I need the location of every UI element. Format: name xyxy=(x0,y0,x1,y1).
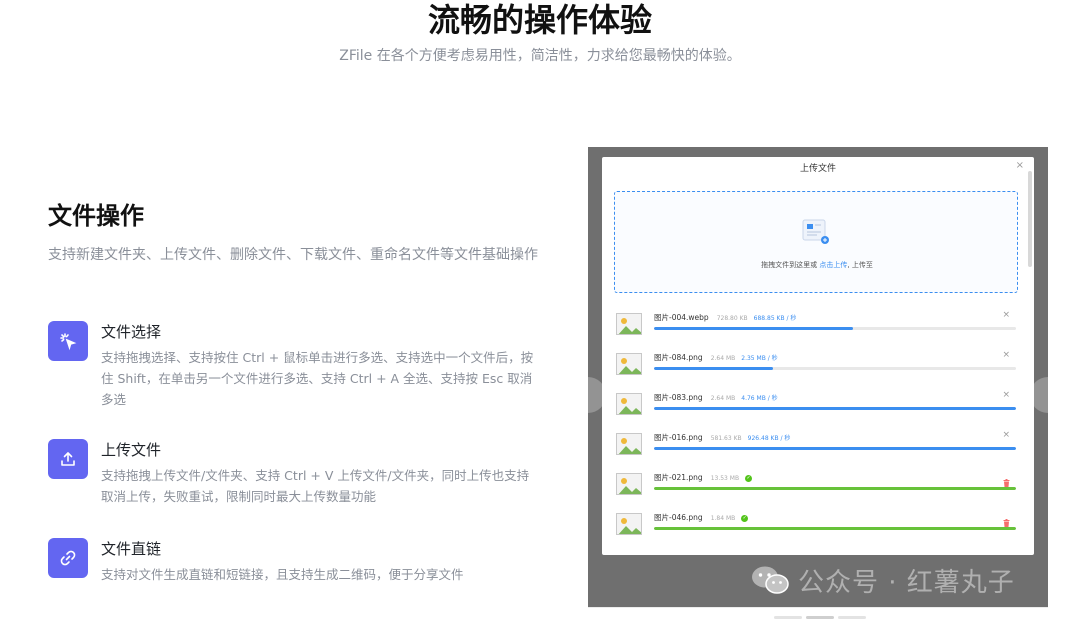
file-size: 728.80 KB xyxy=(716,315,748,322)
file-info: 图片-004.webp 728.80 KB 688.85 KB / 秒 xyxy=(654,312,796,323)
feature-title: 文件直链 xyxy=(101,540,162,558)
upload-progress-fill xyxy=(654,487,1016,490)
upload-progress-fill xyxy=(654,527,1016,530)
upload-progress-bar xyxy=(654,367,1016,370)
file-info: 图片-021.png 13.53 MB ✓ xyxy=(654,472,753,483)
watermark: 公众号 · 红薯丸子 xyxy=(750,560,1015,600)
feature-title: 文件选择 xyxy=(101,323,162,341)
carousel-dot-active[interactable] xyxy=(806,616,834,619)
file-size: 1.84 MB xyxy=(710,515,736,522)
cancel-upload-icon[interactable]: × xyxy=(1002,350,1010,360)
upload-speed: 926.48 KB / 秒 xyxy=(747,435,791,442)
carousel-indicator xyxy=(588,607,1048,624)
cursor-click-icon xyxy=(48,321,88,361)
upload-file-row: 图片-021.png 13.53 MB ✓ xyxy=(614,469,1018,503)
dropzone-text: 拖拽文件到这里或 点击上传, 上传至 xyxy=(615,260,1019,270)
image-thumbnail-icon xyxy=(616,513,642,535)
file-name: 图片-016.png xyxy=(654,433,703,442)
upload-dialog: 上传文件 × 拖拽文件到这里或 点击上传, 上传至 图片-004.webp 728… xyxy=(602,157,1034,555)
file-name: 图片-021.png xyxy=(654,473,703,482)
dialog-scrollbar[interactable] xyxy=(1028,171,1032,267)
dialog-title: 上传文件 xyxy=(799,164,836,174)
upload-file-row: 图片-084.png 2.64 MB 2.35 MB / 秒 × xyxy=(614,349,1018,383)
cancel-upload-icon[interactable]: × xyxy=(1002,430,1010,440)
upload-progress-fill xyxy=(654,327,854,330)
section-description: 支持新建文件夹、上传文件、删除文件、下载文件、重命名文件等文件基础操作 xyxy=(48,247,538,263)
success-check-icon: ✓ xyxy=(741,514,749,522)
dropzone-hint: 拖拽文件到这里或 xyxy=(761,261,820,269)
upload-progress-bar xyxy=(654,487,1016,490)
file-size: 13.53 MB xyxy=(710,475,740,482)
upload-file-row: 图片-083.png 2.64 MB 4.76 MB / 秒 × xyxy=(614,389,1018,423)
upload-progress-fill xyxy=(654,447,1016,450)
file-info: 图片-016.png 581.63 KB 926.48 KB / 秒 xyxy=(654,432,790,443)
cancel-upload-icon[interactable]: × xyxy=(1002,390,1010,400)
close-icon[interactable]: × xyxy=(1016,160,1024,171)
image-thumbnail-icon xyxy=(616,353,642,375)
hero-title: 流畅的操作体验 xyxy=(427,1,652,39)
dropzone-suffix: , 上传至 xyxy=(847,261,873,269)
upload-progress-bar xyxy=(654,447,1016,450)
upload-progress-fill xyxy=(654,407,1016,410)
file-name: 图片-046.png xyxy=(654,513,703,522)
section-title: 文件操作 xyxy=(48,202,144,230)
success-check-icon: ✓ xyxy=(745,474,753,482)
image-thumbnail-icon xyxy=(616,313,642,335)
link-icon xyxy=(48,538,88,578)
upload-progress-bar xyxy=(654,527,1016,530)
cancel-upload-icon[interactable]: × xyxy=(1002,310,1010,320)
file-info: 图片-084.png 2.64 MB 2.35 MB / 秒 xyxy=(654,352,778,363)
upload-file-row: 图片-016.png 581.63 KB 926.48 KB / 秒 × xyxy=(614,429,1018,463)
image-thumbnail-icon xyxy=(616,433,642,455)
file-name: 图片-004.webp xyxy=(654,313,709,322)
file-size: 2.64 MB xyxy=(710,395,736,402)
carousel-dot[interactable] xyxy=(838,616,866,619)
page: 流畅的操作体验 ZFile 在各个方便考虑易用性，简洁性，力求给您最畅快的体验。… xyxy=(0,0,1080,624)
file-info: 图片-083.png 2.64 MB 4.76 MB / 秒 xyxy=(654,392,778,403)
wechat-icon xyxy=(752,566,789,594)
upload-progress-bar xyxy=(654,327,1016,330)
file-upload-icon xyxy=(802,219,829,244)
file-name: 图片-084.png xyxy=(654,353,703,362)
upload-progress-fill xyxy=(654,367,774,370)
feature-description: 支持对文件生成直链和短链接，且支持生成二维码，便于分享文件 xyxy=(101,567,464,582)
carousel-dot[interactable] xyxy=(774,616,802,619)
image-thumbnail-icon xyxy=(616,393,642,415)
file-name: 图片-083.png xyxy=(654,393,703,402)
file-size: 581.63 KB xyxy=(710,435,742,442)
watermark-text: 公众号 · 红薯丸子 xyxy=(798,567,1015,598)
feature-description: 支持拖拽上传文件/文件夹、支持 Ctrl + V 上传文件/文件夹，同时上传也支… xyxy=(101,468,530,504)
file-info: 图片-046.png 1.84 MB ✓ xyxy=(654,512,749,523)
upload-speed: 688.85 KB / 秒 xyxy=(753,315,797,322)
feature-title: 上传文件 xyxy=(101,441,162,459)
app-screenshot: 上传文件 × 拖拽文件到这里或 点击上传, 上传至 图片-004.webp 728… xyxy=(588,147,1048,607)
upload-icon xyxy=(48,439,88,479)
click-upload-link[interactable]: 点击上传 xyxy=(819,261,847,269)
feature-description: 支持拖拽选择、支持按住 Ctrl + 鼠标单击进行多选、支持选中一个文件后，按住… xyxy=(101,350,534,407)
upload-speed: 4.76 MB / 秒 xyxy=(741,395,778,402)
trash-icon[interactable] xyxy=(1003,512,1010,527)
file-size: 2.64 MB xyxy=(710,355,736,362)
upload-file-row: 图片-046.png 1.84 MB ✓ xyxy=(614,509,1018,543)
upload-speed: 2.35 MB / 秒 xyxy=(741,355,778,362)
hero-subtitle: ZFile 在各个方便考虑易用性，简洁性，力求给您最畅快的体验。 xyxy=(339,48,741,64)
upload-dropzone[interactable]: 拖拽文件到这里或 点击上传, 上传至 xyxy=(614,191,1018,293)
trash-icon[interactable] xyxy=(1003,472,1010,487)
image-thumbnail-icon xyxy=(616,473,642,495)
upload-file-row: 图片-004.webp 728.80 KB 688.85 KB / 秒 × xyxy=(614,309,1018,343)
upload-progress-bar xyxy=(654,407,1016,410)
